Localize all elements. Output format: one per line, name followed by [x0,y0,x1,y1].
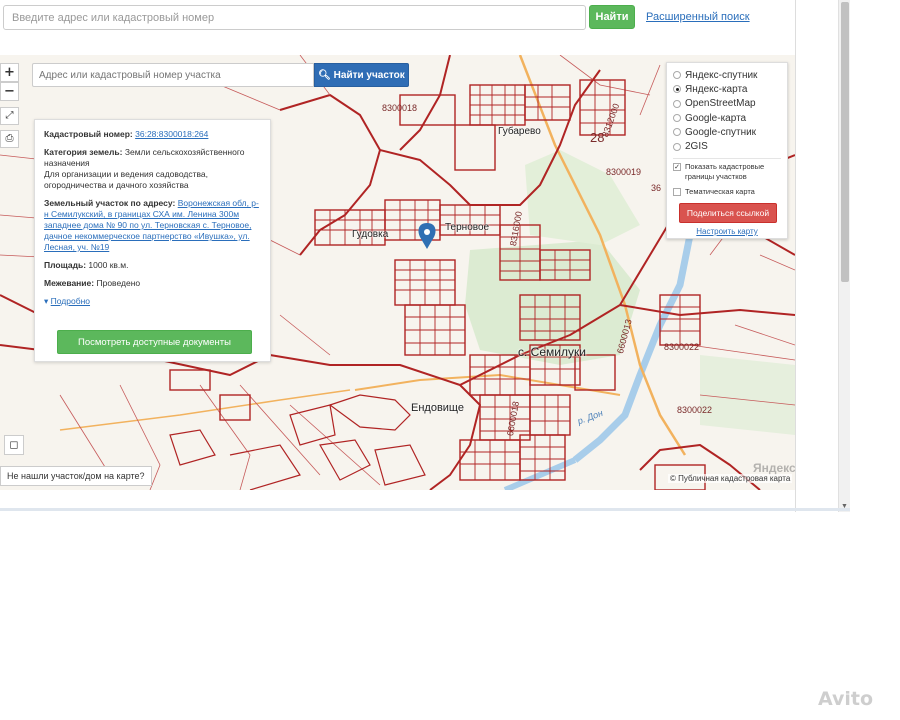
expand-icon: ⤢ [5,110,14,121]
advanced-search-link[interactable]: Расширенный поиск [646,11,750,23]
search-icon: 🔍︎ [318,69,331,81]
locality-label: Терновое [445,222,490,233]
survey-value: Проведено [96,278,141,288]
page-bottom-border [0,508,850,511]
layer-option-yandex-map[interactable]: Яндекс-карта [673,82,781,96]
zoom-in-button[interactable]: + [0,63,19,82]
radio-button[interactable] [673,71,681,80]
top-bar: Найти Расширенный поиск [0,0,850,40]
layer-option-openstreetmap[interactable]: OpenStreetMap [673,97,781,111]
quarter-label: 8300018 [382,103,418,113]
parcel-info-panel: Кадастровый номер: 36:28:8300018:264 Кат… [34,119,271,362]
radio-button[interactable] [673,85,681,94]
share-link-button[interactable]: Поделиться ссылкой [679,202,777,223]
print-button[interactable]: ⎙ [0,130,19,148]
locality-label: Гудовка [352,229,389,240]
map-copyright: © Публичная кадастровая карта [668,474,793,483]
survey-label: Межевание: [44,278,95,288]
layer-option-google-map[interactable]: Google-карта [673,111,781,125]
details-link[interactable]: Подробно [51,296,90,306]
radio-button[interactable] [673,128,681,137]
find-parcel-label: Найти участок [333,69,405,81]
checkbox-label: Показать кадастровые границы участков [685,161,765,181]
quarter-label: 8300019 [606,167,642,177]
radio-button[interactable] [673,114,681,123]
district-number: 36 [651,183,662,193]
zoom-out-button[interactable]: − [0,82,19,101]
radio-button[interactable] [673,142,681,151]
find-button[interactable]: Найти [589,5,635,29]
cadastral-map[interactable]: 8300018 8300019 8300022 8300022 8316000 … [0,55,795,490]
layer-option-yandex-satellite[interactable]: Яндекс-спутник [673,68,781,82]
layer-option-google-satellite[interactable]: Google-спутник [673,125,781,139]
not-found-link[interactable]: Не нашли участок/дом на карте? [0,466,152,486]
locality-label: Губарево [498,126,541,137]
show-boundaries-checkbox-row[interactable]: ✓ Показать кадастровые границы участков [673,162,781,182]
checkbox-label: Тематическая карта [685,186,755,196]
find-parcel-button[interactable]: 🔍︎ Найти участок [314,63,409,87]
locality-label: Ендовище [411,402,464,414]
layer-label: Яндекс-карта [685,83,748,95]
locality-label: с. Семилуки [518,345,586,359]
vertical-scrollbar[interactable]: ▼ [838,0,850,512]
road [59,389,351,431]
checkbox-unchecked[interactable] [673,187,681,196]
map-layers-panel: Яндекс-спутник Яндекс-карта OpenStreetMa… [666,62,788,239]
layer-label: Google-карта [685,112,747,124]
square-icon: ◻ [9,438,19,451]
fullscreen-button[interactable]: ⤢ [0,107,19,125]
area-value: 1000 кв.м. [88,260,129,270]
district-number: 28 [590,130,605,145]
quarter-label: 8300022 [664,342,700,352]
divider [795,0,796,512]
location-pin [418,223,436,249]
usage-value: Для организации и ведения садоводства, о… [44,169,208,190]
caret-down-icon: ▾ [44,296,49,306]
radio-button[interactable] [673,99,681,108]
print-icon: ⎙ [5,133,14,144]
layer-label: OpenStreetMap [685,98,756,110]
layer-label: Яндекс-спутник [685,69,758,81]
view-documents-button[interactable]: Посмотреть доступные документы [57,330,252,354]
cadastral-label: Кадастровый номер: [44,129,133,139]
address-search-input[interactable] [3,5,586,30]
address-label: Земельный участок по адресу: [44,198,176,208]
thematic-map-checkbox-row[interactable]: Тематическая карта [673,187,781,197]
layer-option-2gis[interactable]: 2GIS [673,139,781,153]
parcel-search-input[interactable] [32,63,314,87]
cadastral-number-link[interactable]: 36:28:8300018:264 [135,129,208,139]
category-label: Категория земель: [44,147,123,157]
scrollbar-thumb[interactable] [841,2,849,282]
layer-label: Google-спутник [685,126,757,138]
forest-area [700,355,795,435]
divider [673,157,781,159]
area-label: Площадь: [44,260,87,270]
layer-label: 2GIS [685,141,708,153]
avito-watermark: Avito [818,688,874,710]
checkbox-checked[interactable]: ✓ [673,162,681,171]
configure-map-link[interactable]: Настроить карту [673,227,781,236]
layer-toggle-button[interactable]: ◻ [4,435,24,455]
yandex-watermark: Яндекс [753,461,795,475]
quarter-label: 8300022 [677,405,713,415]
